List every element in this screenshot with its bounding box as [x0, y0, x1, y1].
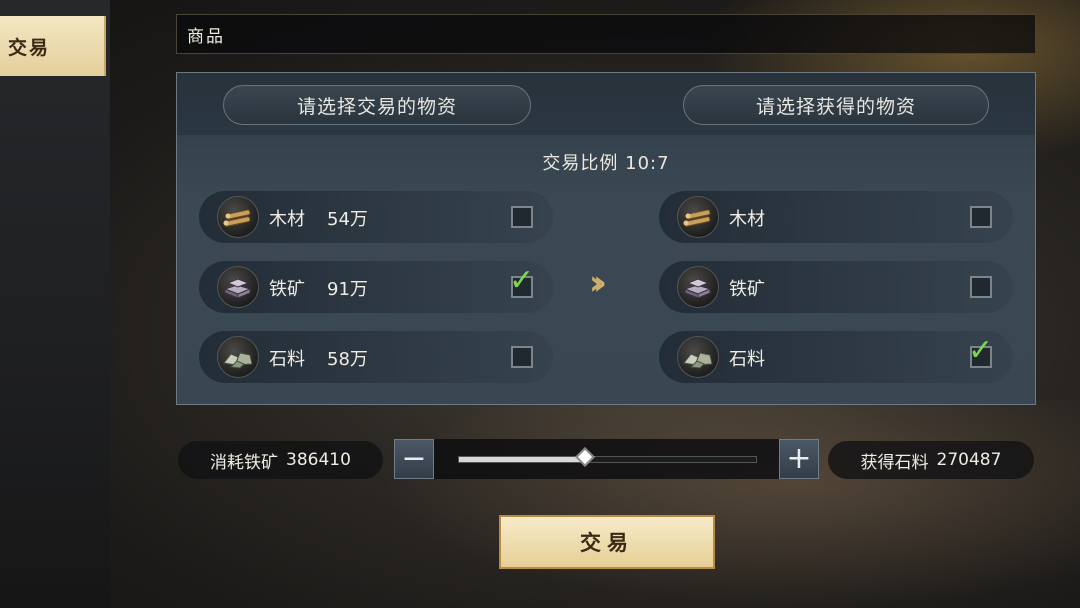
- trade-panel: 请选择交易的物资 请选择获得的物资 交易比例 10:7 木材 54万 铁矿 91…: [176, 72, 1036, 405]
- get-item-stone[interactable]: 石料 ✓: [659, 331, 1013, 383]
- consume-value: 386410: [286, 450, 351, 470]
- item-amount: 58万: [327, 349, 368, 370]
- get-item-iron-ore[interactable]: 铁矿: [659, 261, 1013, 313]
- page-title-bar: 商品: [176, 14, 1036, 54]
- give-item-wood[interactable]: 木材 54万: [199, 191, 553, 243]
- page-title: 商品: [187, 26, 225, 47]
- stone-icon: [677, 336, 719, 378]
- select-get-header: 请选择获得的物资: [683, 85, 989, 125]
- wood-icon: [217, 196, 259, 238]
- tab-trade[interactable]: 交易: [0, 16, 106, 76]
- background-floor: [380, 400, 1080, 608]
- checkbox-checked[interactable]: ✓: [968, 336, 993, 368]
- consume-amount: 消耗铁矿 386410: [178, 441, 383, 479]
- trade-button[interactable]: 交易: [499, 515, 715, 569]
- checkbox-checked[interactable]: ✓: [509, 266, 534, 298]
- slider-track[interactable]: [458, 447, 757, 467]
- double-chevron-right-icon: ››: [589, 263, 607, 303]
- iron-ore-icon: [677, 266, 719, 308]
- give-item-stone[interactable]: 石料 58万: [199, 331, 553, 383]
- quantity-slider: − +: [394, 439, 819, 479]
- item-name: 木材: [269, 209, 305, 230]
- checkbox[interactable]: [970, 206, 992, 228]
- give-item-iron-ore[interactable]: 铁矿 91万 ✓: [199, 261, 553, 313]
- checkbox[interactable]: [511, 346, 533, 368]
- item-name: 铁矿: [729, 279, 765, 300]
- item-amount: 54万: [327, 209, 368, 230]
- ratio-label: 交易比例: [542, 153, 619, 174]
- gain-value: 270487: [936, 450, 1002, 470]
- slider-thumb[interactable]: [575, 447, 596, 467]
- item-amount: 91万: [327, 279, 368, 300]
- iron-ore-icon: [217, 266, 259, 308]
- slider-fill: [459, 457, 586, 462]
- stone-icon: [217, 336, 259, 378]
- select-give-header: 请选择交易的物资: [223, 85, 531, 125]
- consume-label: 消耗铁矿: [210, 452, 279, 473]
- get-item-wood[interactable]: 木材: [659, 191, 1013, 243]
- decrease-button[interactable]: −: [394, 439, 434, 479]
- increase-button[interactable]: +: [779, 439, 819, 479]
- background-left: [0, 0, 110, 608]
- item-name: 石料: [269, 349, 305, 370]
- item-name: 石料: [729, 349, 765, 370]
- trade-ratio: 交易比例 10:7: [177, 149, 1035, 175]
- item-name: 木材: [729, 209, 765, 230]
- checkmark-icon: ✓: [968, 333, 994, 368]
- gain-amount: 获得石料 270487: [828, 441, 1034, 479]
- item-name: 铁矿: [269, 279, 305, 300]
- checkbox[interactable]: [511, 206, 533, 228]
- gain-label: 获得石料: [860, 452, 929, 473]
- checkbox[interactable]: [970, 276, 992, 298]
- ratio-value: 10:7: [625, 153, 670, 174]
- checkmark-icon: ✓: [509, 263, 535, 298]
- wood-icon: [677, 196, 719, 238]
